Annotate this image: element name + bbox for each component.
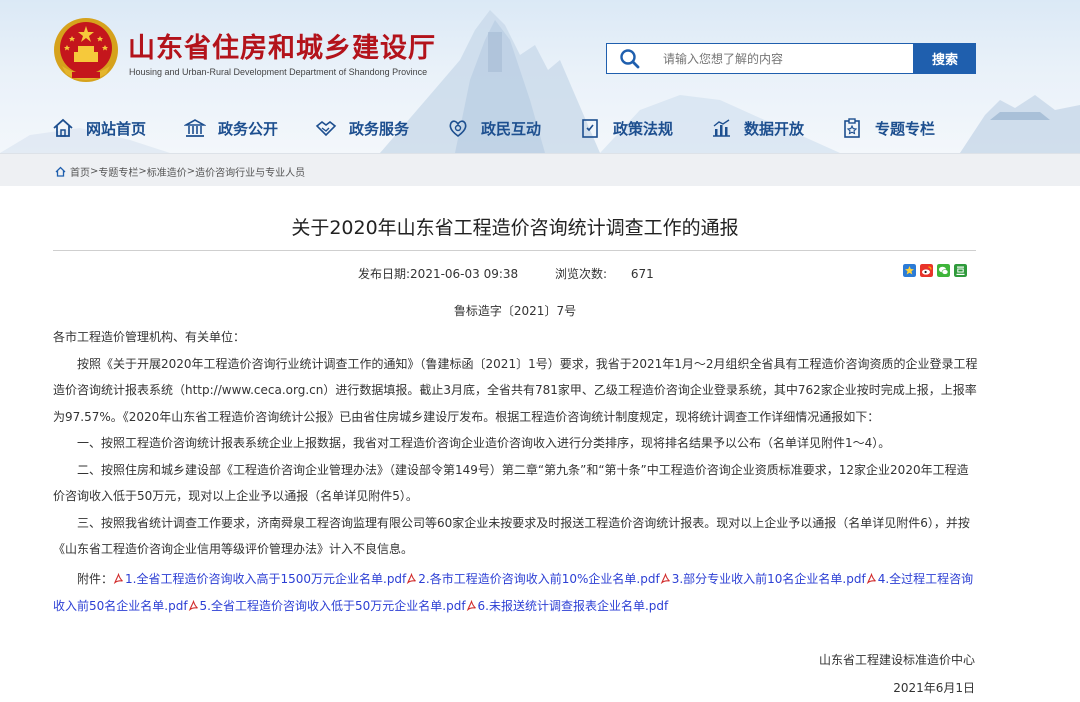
attachment-label: 1.全省工程造价咨询收入高于1500万元企业名单.pdf [125,572,407,586]
pdf-icon [407,573,417,584]
title-divider [53,250,976,251]
nav-item-home[interactable]: 网站首页 [52,114,184,142]
nav-label: 政务公开 [218,119,279,138]
attachment-link-6[interactable]: 6.未报送统计调查报表企业名单.pdf [466,598,669,613]
nav-item-topics[interactable]: 专题专栏 [841,114,951,142]
nav-item-open-data[interactable]: 数据开放 [710,114,841,142]
breadcrumb-link-topics[interactable]: 专题专栏 [98,164,138,179]
publish-date-value: 2021-06-03 09:38 [410,267,519,281]
paragraph-item-2: 二、按照住房和城乡建设部《工程造价咨询企业管理办法》（建设部令第149号）第二章… [53,462,969,504]
wechat-share-icon[interactable] [937,264,950,277]
interaction-icon [449,120,467,137]
breadcrumb-link-standard-cost[interactable]: 标准造价 [147,164,187,179]
attachment-link-5[interactable]: 5.全省工程造价咨询收入低于50万元企业名单.pdf [188,599,466,613]
publish-date-label: 发布日期: [358,267,411,281]
attachment-label: 6.未报送统计调查报表企业名单.pdf [477,598,669,613]
nav-item-gov-services[interactable]: 政务服务 [315,114,447,142]
pdf-icon [188,599,198,611]
qzone-share-icon[interactable] [903,264,916,277]
breadcrumb-separator: > [186,166,196,177]
breadcrumb-link-home[interactable]: 首页 [70,164,90,179]
attachment-label: 5.全省工程造价咨询收入低于50万元企业名单.pdf [199,598,466,613]
topic-icon [844,118,860,138]
site-subtitle: Housing and Urban-Rural Development Depa… [129,67,428,77]
main-nav: 网站首页 政务公开 政务服务 政民互动 政策法规 数据开放 专题专栏 [52,114,951,142]
attachment-link-3[interactable]: 3.部分专业收入前10名企业名单.pdf [660,572,866,586]
search-button[interactable]: 搜索 [914,43,976,74]
nav-item-interaction[interactable]: 政民互动 [447,114,579,142]
view-count-label: 浏览次数: [555,267,608,281]
publish-date-meta: 发布日期:2021-06-03 09:38 [358,265,518,282]
search-input[interactable] [663,46,903,71]
search-box [606,43,914,74]
paragraph-intro: 按照《关于开展2020年工程造价咨询行业统计调查工作的通知》（鲁建标函〔2021… [53,356,978,424]
policy-icon [582,119,598,138]
pdf-icon [466,599,476,611]
chart-icon [713,119,730,137]
pdf-icon [113,573,123,584]
search-icon[interactable] [619,48,641,70]
breadcrumb-bar: 首页 > 专题专栏 > 标准造价 > 造价咨询行业与专业人员 [0,153,1080,186]
view-count-value: 671 [630,267,654,281]
site-title[interactable]: 山东省住房和城乡建设厅 [128,26,436,65]
nav-label: 政务服务 [349,119,410,138]
building-icon [184,119,206,137]
nav-label: 专题专栏 [875,119,936,138]
signer: 山东省工程建设标准造价中心 [818,653,975,667]
national-emblem-logo [54,18,118,82]
home-icon [55,166,66,177]
douban-share-icon[interactable] [954,264,967,277]
handshake-icon [315,120,337,137]
salutation: 各市工程造价管理机构、有关单位： [53,330,246,344]
attachment-label: 2.各市工程造价咨询收入前10%企业名单.pdf [418,572,660,586]
nav-label: 政民互动 [481,119,542,138]
pdf-icon [660,573,670,584]
article-title: 关于2020年山东省工程造价咨询统计调查工作的通报 [291,217,739,239]
attachments: 附件： 1.全省工程造价咨询收入高于1500万元企业名单.pdf 2.各市工程造价咨… [53,566,978,619]
nav-item-policy[interactable]: 政策法规 [579,114,710,142]
sign-date: 2021年6月1日 [893,681,975,695]
site-header: 山东省住房和城乡建设厅 Housing and Urban-Rural Deve… [0,0,1080,153]
nav-label: 数据开放 [744,119,805,138]
paragraph-item-1: 一、按照工程造价咨询统计报表系统企业上报数据，我省对工程造价咨询企业造价咨询收入… [77,436,891,450]
view-count-meta: 浏览次数: 671 [555,265,654,282]
breadcrumb: 首页 > 专题专栏 > 标准造价 > 造价咨询行业与专业人员 [55,164,305,179]
breadcrumb-separator: > [138,166,147,177]
attachment-link-1[interactable]: 1.全省工程造价咨询收入高于1500万元企业名单.pdf [113,572,406,586]
breadcrumb-link-current[interactable]: 造价咨询行业与专业人员 [195,164,305,179]
attachments-label: 附件： [77,572,114,586]
document-number: 鲁标造字〔2021〕7号 [453,304,577,318]
weibo-share-icon[interactable] [920,264,933,277]
home-icon [53,118,73,137]
paragraph-item-3: 三、按照我省统计调查工作要求，济南舜泉工程咨询监理有限公司等60家企业未按要求及… [53,515,970,557]
share-icons [903,264,967,277]
breadcrumb-separator: > [90,166,99,177]
article-body: 各市工程造价管理机构、有关单位： 按照《关于开展2020年工程造价咨询行业统计调… [53,324,978,563]
pdf-icon [866,573,876,584]
attachment-label: 3.部分专业收入前10名企业名单.pdf [671,572,866,586]
nav-label: 网站首页 [86,119,147,138]
nav-label: 政策法规 [613,119,674,138]
attachment-link-2[interactable]: 2.各市工程造价咨询收入前10%企业名单.pdf [406,572,660,586]
nav-item-gov-affairs[interactable]: 政务公开 [184,114,315,142]
